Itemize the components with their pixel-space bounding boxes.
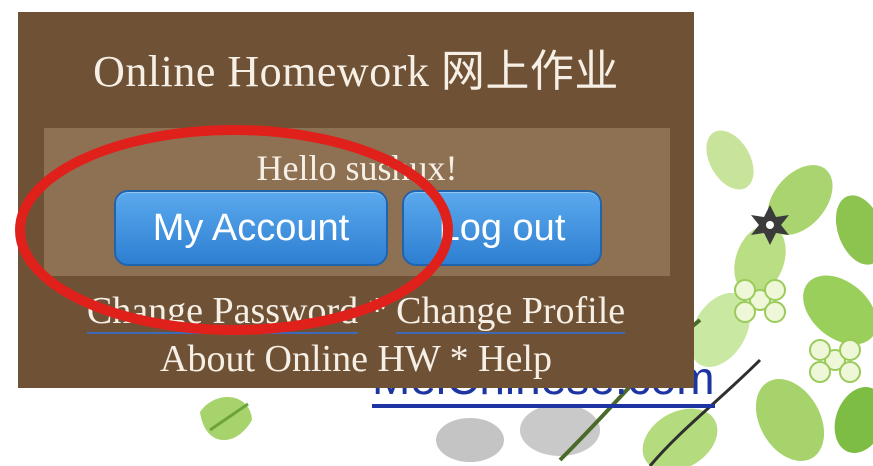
link-separator: *: [367, 290, 387, 332]
change-password-link[interactable]: Change Password: [86, 290, 359, 334]
leaf-icon: [200, 397, 252, 441]
change-profile-link[interactable]: Change Profile: [396, 290, 626, 334]
account-links-row: Change Password * Change Profile: [18, 290, 694, 334]
greeting-text: Hello sushux!: [256, 148, 458, 188]
link-separator: *: [449, 338, 469, 380]
info-links-row: About Online HW * Help: [18, 338, 694, 380]
panel-title: Online Homework 网上作业: [93, 47, 619, 96]
log-out-button[interactable]: Log out: [402, 190, 602, 266]
my-account-button[interactable]: My Account: [114, 190, 388, 266]
about-online-hw-link[interactable]: About Online HW: [160, 338, 440, 380]
help-link[interactable]: Help: [478, 338, 552, 380]
online-homework-panel: Online Homework 网上作业 Hello sushux! My Ac…: [18, 12, 694, 388]
